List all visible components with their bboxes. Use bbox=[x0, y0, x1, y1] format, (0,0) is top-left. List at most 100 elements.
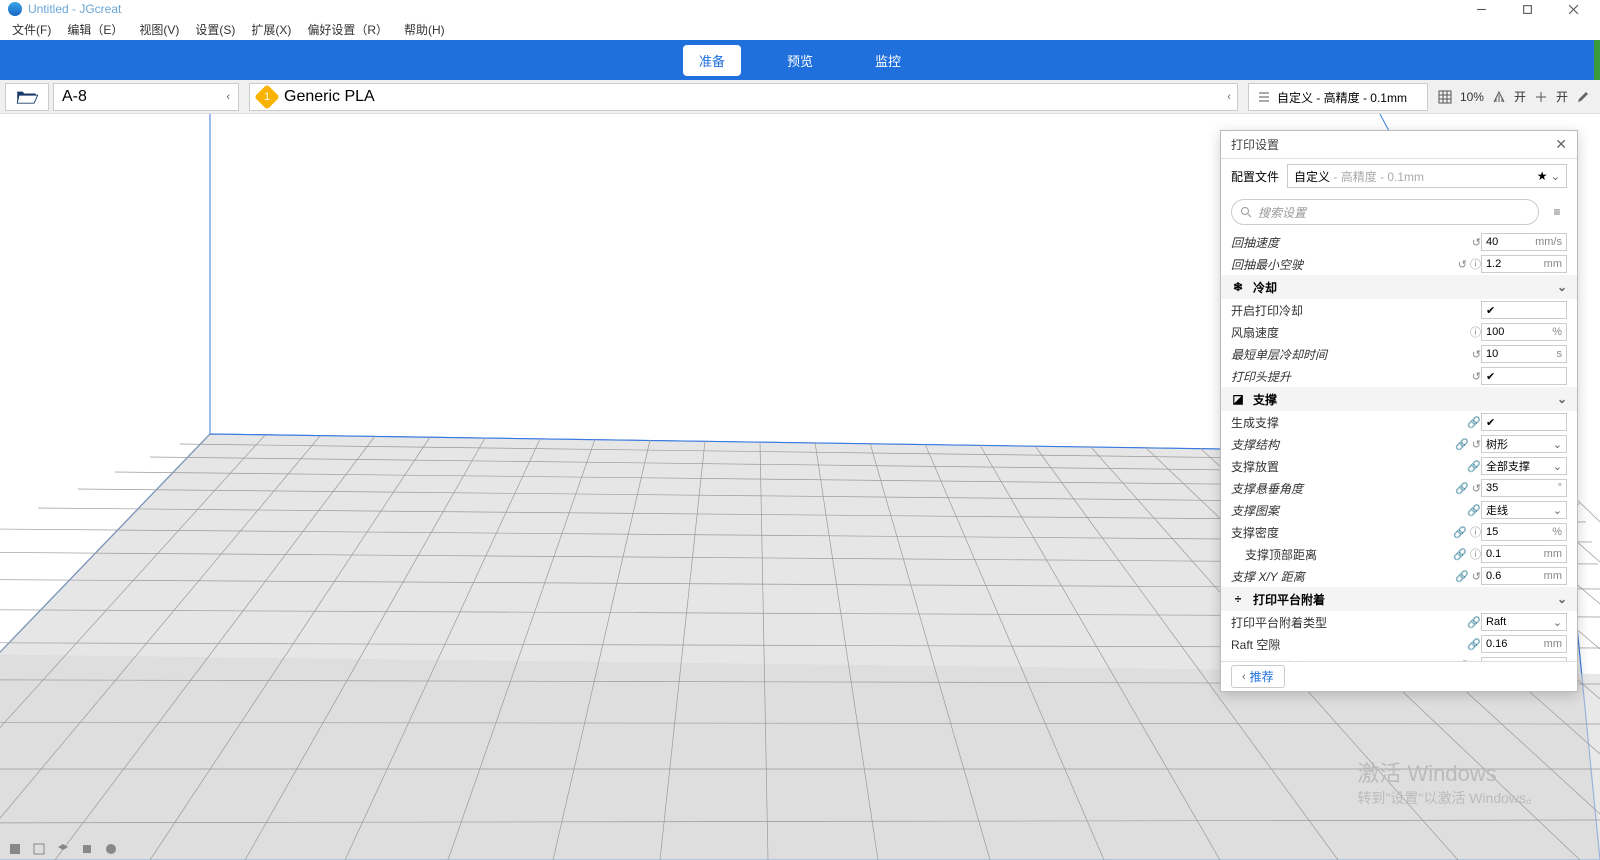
support-top-dist-input[interactable]: 0.1mm bbox=[1481, 545, 1567, 563]
recommend-button[interactable]: ‹ 推荐 bbox=[1231, 665, 1285, 688]
app-icon bbox=[8, 2, 22, 16]
adhesion-value: 开 bbox=[1556, 88, 1568, 105]
close-icon[interactable]: ✕ bbox=[1555, 136, 1567, 153]
chevron-left-icon: ‹ bbox=[226, 91, 230, 103]
profile-extras: 10% 开 开 bbox=[1428, 80, 1600, 113]
setting-min-layer-time: 最短单层冷却时间 ↺ 10s bbox=[1221, 343, 1577, 365]
extruder-badge: 1 bbox=[254, 84, 279, 109]
support-placement-dropdown[interactable]: 全部支撑⌄ bbox=[1481, 457, 1567, 475]
section-adhesion[interactable]: ÷ 打印平台附着 ⌄ bbox=[1221, 587, 1577, 611]
tab-prepare[interactable]: 准备 bbox=[683, 45, 741, 76]
adhesion-icon bbox=[1534, 90, 1548, 104]
setting-raft-base-dist: Raft 基础走线间距 🔗 ↺ 3mm bbox=[1221, 655, 1577, 661]
infill-icon bbox=[1438, 90, 1452, 104]
panel-title: 打印设置 bbox=[1231, 136, 1279, 153]
menu-preferences[interactable]: 偏好设置（R） bbox=[301, 20, 394, 39]
panel-header: 打印设置 ✕ bbox=[1221, 131, 1577, 159]
setting-retract-speed: 回抽速度 ↺ 40mm/s bbox=[1221, 231, 1577, 253]
menu-settings[interactable]: 设置(S) bbox=[189, 20, 241, 39]
support-angle-input[interactable]: 35° bbox=[1481, 479, 1567, 497]
view-front-icon[interactable] bbox=[80, 842, 94, 856]
adhesion-section-icon: ÷ bbox=[1231, 592, 1245, 606]
recommend-row: ‹ 推荐 bbox=[1221, 661, 1577, 691]
support-structure-dropdown[interactable]: 树形⌄ bbox=[1481, 435, 1567, 453]
menu-view[interactable]: 视图(V) bbox=[133, 20, 185, 39]
chevron-down-icon: ⌄ bbox=[1557, 280, 1567, 294]
setting-support-density: 支撑密度 🔗 ⓘ 15% bbox=[1221, 521, 1577, 543]
pencil-icon[interactable] bbox=[1576, 90, 1590, 104]
infill-value: 10% bbox=[1460, 90, 1484, 104]
hamburger-icon[interactable]: ≡ bbox=[1547, 205, 1567, 219]
view-layers-icon[interactable] bbox=[56, 842, 70, 856]
setting-support-structure: 支撑结构 🔗 ↺ 树形⌄ bbox=[1221, 433, 1577, 455]
close-button[interactable] bbox=[1550, 0, 1596, 18]
menubar: 文件(F) 编辑（E） 视图(V) 设置(S) 扩展(X) 偏好设置（R） 帮助… bbox=[0, 18, 1600, 40]
stage-tabbar: 准备 预览 监控 bbox=[0, 40, 1600, 80]
search-icon bbox=[1240, 206, 1252, 218]
support-xy-dist-input[interactable]: 0.6mm bbox=[1481, 567, 1567, 585]
support-value: 开 bbox=[1514, 88, 1526, 105]
cooling-enable-checkbox[interactable]: ✔ bbox=[1481, 301, 1567, 319]
setting-fan-speed: 风扇速度 ⓘ 100% bbox=[1221, 321, 1577, 343]
open-file-button[interactable] bbox=[5, 83, 49, 111]
fan-speed-input[interactable]: 100% bbox=[1481, 323, 1567, 341]
support-icon bbox=[1492, 90, 1506, 104]
menu-edit[interactable]: 编辑（E） bbox=[61, 20, 129, 39]
lines-icon bbox=[1257, 90, 1271, 104]
chevron-down-icon: ⌄ bbox=[1557, 392, 1567, 406]
profile-dropdown[interactable]: 自定义 - 高精度 - 0.1mm ★ ⌄ bbox=[1287, 164, 1567, 188]
raft-gap-input[interactable]: 0.16mm bbox=[1481, 635, 1567, 653]
setting-support-top-dist: 支撑顶部距离 🔗 ⓘ 0.1mm bbox=[1221, 543, 1577, 565]
menu-help[interactable]: 帮助(H) bbox=[398, 20, 451, 39]
windows-watermark: 激活 Windows 转到"设置"以激活 Windows。 bbox=[1357, 756, 1540, 808]
printer-name: A-8 bbox=[62, 88, 87, 106]
statusbar bbox=[8, 842, 118, 856]
settings-body[interactable]: 回抽速度 ↺ 40mm/s 回抽最小空驶 ↺ ⓘ 1.2mm ❄ 冷却 ⌄ 开启… bbox=[1221, 231, 1577, 661]
support-section-icon: ◪ bbox=[1231, 392, 1245, 406]
printer-selector[interactable]: A-8 ‹ bbox=[53, 83, 239, 111]
view-iso-icon[interactable] bbox=[104, 842, 118, 856]
material-name: Generic PLA bbox=[284, 88, 375, 106]
view-xray-icon[interactable] bbox=[32, 842, 46, 856]
setting-support-placement: 支撑放置 🔗 全部支撑⌄ bbox=[1221, 455, 1577, 477]
gen-support-checkbox[interactable]: ✔ bbox=[1481, 413, 1567, 431]
profile-row: 配置文件 自定义 - 高精度 - 0.1mm ★ ⌄ bbox=[1221, 159, 1577, 193]
tab-preview[interactable]: 预览 bbox=[771, 45, 829, 76]
snowflake-icon: ❄ bbox=[1231, 280, 1245, 294]
search-input[interactable]: 搜索设置 bbox=[1231, 199, 1539, 225]
min-layer-time-input[interactable]: 10s bbox=[1481, 345, 1567, 363]
support-density-input[interactable]: 15% bbox=[1481, 523, 1567, 541]
setting-raft-gap: Raft 空隙 🔗 0.16mm bbox=[1221, 633, 1577, 655]
section-cooling[interactable]: ❄ 冷却 ⌄ bbox=[1221, 275, 1577, 299]
view-solid-icon[interactable] bbox=[8, 842, 22, 856]
retract-speed-input[interactable]: 40mm/s bbox=[1481, 233, 1567, 251]
infobar: A-8 ‹ 1 Generic PLA ‹ 自定义 - 高精度 - 0.1mm … bbox=[0, 80, 1600, 114]
head-lift-checkbox[interactable]: ✔ bbox=[1481, 367, 1567, 385]
retract-min-input[interactable]: 1.2mm bbox=[1481, 255, 1567, 273]
setting-support-xy-dist: 支撑 X/Y 距离 🔗 ↺ 0.6mm bbox=[1221, 565, 1577, 587]
material-selector[interactable]: 1 Generic PLA ‹ bbox=[249, 83, 1238, 111]
setting-retract-min: 回抽最小空驶 ↺ ⓘ 1.2mm bbox=[1221, 253, 1577, 275]
menu-extensions[interactable]: 扩展(X) bbox=[245, 20, 297, 39]
support-pattern-dropdown[interactable]: 走线⌄ bbox=[1481, 501, 1567, 519]
titlebar: Untitled - JGcreat bbox=[0, 0, 1600, 18]
print-settings-panel: 打印设置 ✕ 配置文件 自定义 - 高精度 - 0.1mm ★ ⌄ 搜索设置 ≡… bbox=[1220, 130, 1578, 692]
chevron-left-icon: ‹ bbox=[1227, 91, 1231, 103]
setting-head-lift: 打印头提升 ↺ ✔ bbox=[1221, 365, 1577, 387]
chevron-down-icon: ⌄ bbox=[1557, 592, 1567, 606]
setting-support-pattern: 支撑图案 🔗 走线⌄ bbox=[1221, 499, 1577, 521]
minimize-button[interactable] bbox=[1458, 0, 1504, 18]
profile-selector[interactable]: 自定义 - 高精度 - 0.1mm bbox=[1248, 83, 1428, 111]
adhesion-type-dropdown[interactable]: Raft⌄ bbox=[1481, 613, 1567, 631]
setting-adhesion-type: 打印平台附着类型 🔗 Raft⌄ bbox=[1221, 611, 1577, 633]
chevron-left-icon: ‹ bbox=[1242, 671, 1246, 683]
window-title: Untitled - JGcreat bbox=[28, 2, 121, 16]
search-placeholder: 搜索设置 bbox=[1258, 204, 1306, 221]
section-support[interactable]: ◪ 支撑 ⌄ bbox=[1221, 387, 1577, 411]
setting-support-angle: 支撑悬垂角度 🔗 ↺ 35° bbox=[1221, 477, 1577, 499]
maximize-button[interactable] bbox=[1504, 0, 1550, 18]
tab-monitor[interactable]: 监控 bbox=[859, 45, 917, 76]
config-label: 配置文件 bbox=[1231, 168, 1279, 185]
menu-file[interactable]: 文件(F) bbox=[6, 20, 57, 39]
raft-base-dist-input[interactable]: 3mm bbox=[1481, 657, 1567, 661]
